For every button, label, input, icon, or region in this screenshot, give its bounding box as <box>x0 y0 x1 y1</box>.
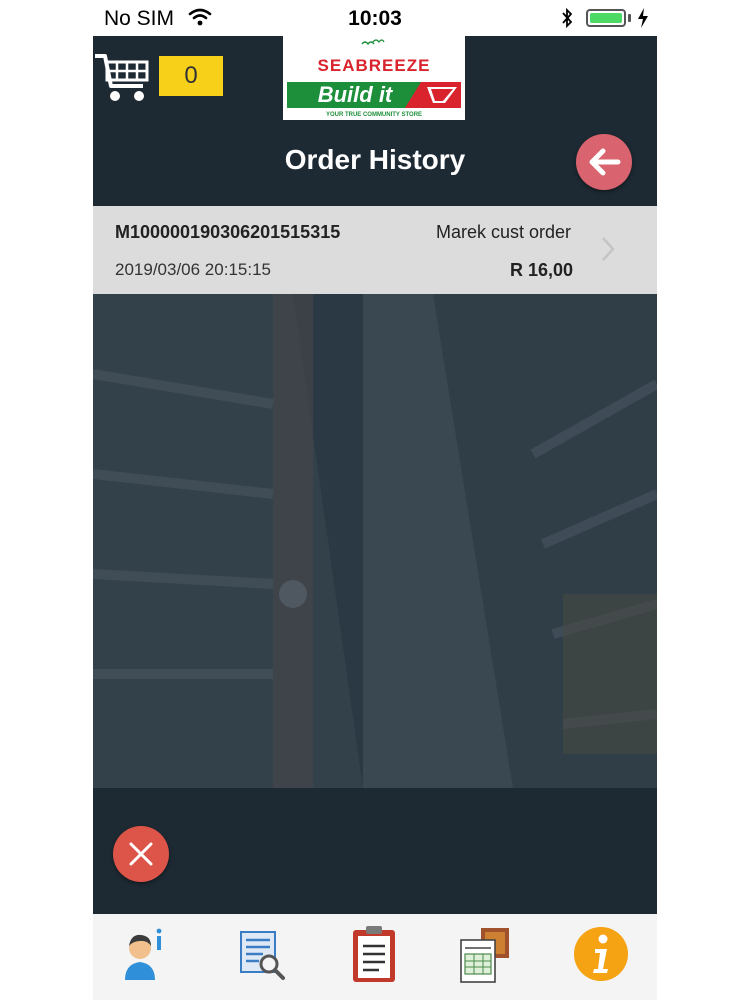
flag-icon <box>427 87 457 103</box>
page-title: Order History <box>284 144 466 175</box>
logo-top-text: SEABREEZE <box>317 56 431 75</box>
cart-count-badge[interactable]: 0 <box>159 56 223 96</box>
order-sheets-icon[interactable] <box>455 924 515 986</box>
order-row[interactable]: M10000019030620151531​5 Marek cust order… <box>93 206 657 294</box>
arrow-left-icon <box>589 148 621 176</box>
store-logo: SEABREEZE Build it YOUR TRUE COMMUNITY S… <box>283 36 465 120</box>
logo-tagline: YOUR TRUE COMMUNITY STORE <box>325 112 423 118</box>
bluetooth-icon <box>562 7 573 29</box>
order-date: 2019/03/06 20:15:15 <box>115 260 271 279</box>
clipboard-list-icon[interactable] <box>345 924 405 986</box>
battery-cap <box>628 14 631 22</box>
app-screen: 0 SEABREEZE Build it YOUR TRUE COMMUNITY… <box>93 36 657 914</box>
chevron-right-icon <box>602 237 615 261</box>
close-icon <box>129 842 153 866</box>
logo-band: Build it <box>287 82 461 108</box>
battery-level <box>590 13 622 23</box>
warehouse-background-image <box>93 294 657 788</box>
info-icon[interactable] <box>571 924 631 986</box>
back-button[interactable] <box>576 134 632 190</box>
user-info-icon[interactable] <box>113 924 173 986</box>
birds-icon <box>361 39 385 46</box>
document-search-icon[interactable] <box>233 924 293 986</box>
logo-brand-text: Build it <box>317 82 393 107</box>
charging-bolt-icon <box>638 8 648 28</box>
order-id: M10000019030620151531​5 <box>115 222 341 242</box>
bottom-tab-bar <box>93 914 657 1000</box>
status-bar: No SIM 10:03 <box>0 0 750 36</box>
order-total: R 16,00 <box>509 260 573 280</box>
battery-icon <box>586 9 626 27</box>
order-customer: Marek cust order <box>435 222 571 242</box>
cart-icon[interactable] <box>93 52 151 104</box>
close-button[interactable] <box>113 826 169 882</box>
